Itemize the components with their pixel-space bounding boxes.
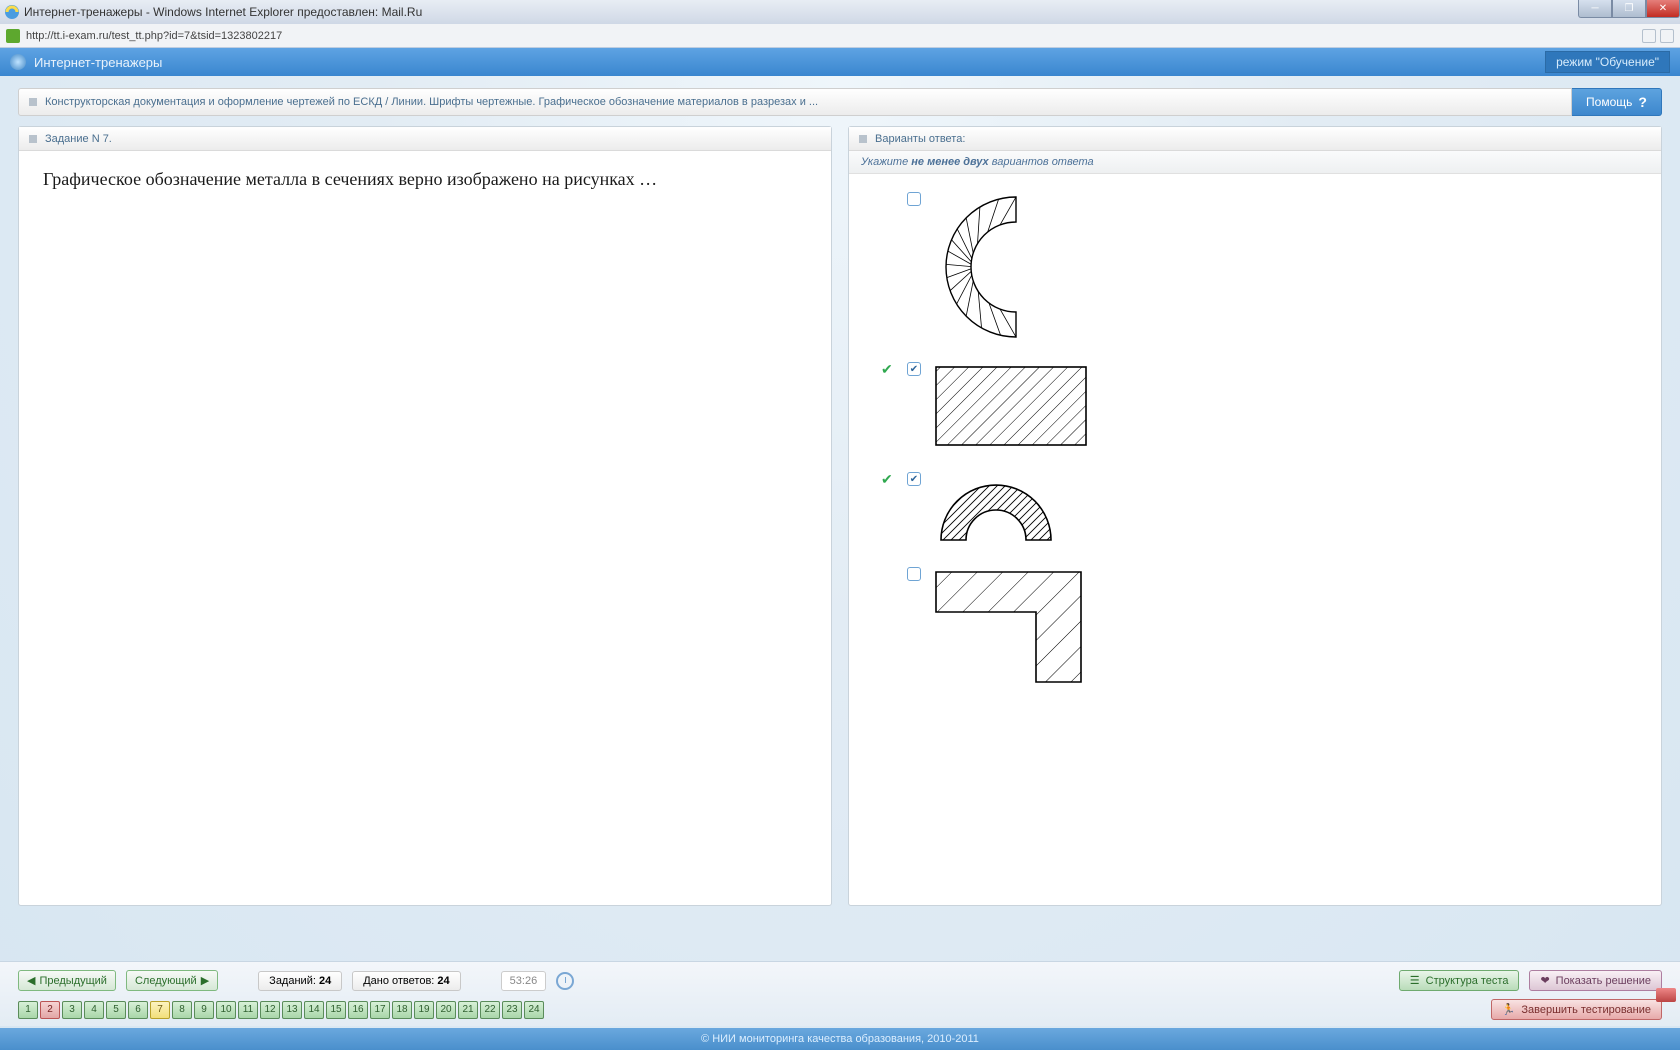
pager-item-8[interactable]: 8	[172, 1001, 192, 1019]
answer-checkbox-1[interactable]	[907, 192, 921, 206]
panel-bullet-icon	[859, 135, 867, 143]
question-header-text: Задание N 7.	[45, 133, 112, 145]
help-label: Помощь	[1586, 95, 1632, 109]
answer-option-2: ✔	[861, 356, 1649, 466]
footer-bar: ◀ Предыдущий Следующий ▶ Заданий: 24 Дан…	[0, 961, 1680, 1026]
pager-item-14[interactable]: 14	[304, 1001, 324, 1019]
pager-item-18[interactable]: 18	[392, 1001, 412, 1019]
runner-icon: 🏃	[1502, 1003, 1516, 1016]
answers-header-text: Варианты ответа:	[875, 133, 965, 145]
question-panel: Задание N 7. Графическое обозначение мет…	[18, 126, 832, 906]
clock-icon	[556, 972, 574, 990]
pager-item-15[interactable]: 15	[326, 1001, 346, 1019]
answer-image-3	[931, 472, 1061, 547]
arrow-left-icon: ◀	[27, 974, 35, 987]
prev-button[interactable]: ◀ Предыдущий	[18, 970, 116, 991]
pager-item-19[interactable]: 19	[414, 1001, 434, 1019]
breadcrumb: Конструкторская документация и оформлени…	[18, 88, 1572, 116]
window-maximize-button[interactable]: ❐	[1612, 0, 1646, 18]
pager-item-5[interactable]: 5	[106, 1001, 126, 1019]
pager-item-24[interactable]: 24	[524, 1001, 544, 1019]
pager-item-2[interactable]: 2	[40, 1001, 60, 1019]
pager: 123456789101112131415161718192021222324 …	[18, 999, 1662, 1020]
pager-item-9[interactable]: 9	[194, 1001, 214, 1019]
help-icon: ?	[1638, 94, 1647, 110]
question-header: Задание N 7.	[19, 127, 831, 151]
answer-image-4	[931, 567, 1091, 687]
addr-icon-1[interactable]	[1642, 29, 1656, 43]
answer-image-1	[931, 192, 1021, 342]
pager-item-20[interactable]: 20	[436, 1001, 456, 1019]
tasks-count: Заданий: 24	[258, 971, 342, 991]
app-title: Интернет-тренажеры	[34, 55, 162, 70]
answer-checkbox-3[interactable]	[907, 472, 921, 486]
pager-item-13[interactable]: 13	[282, 1001, 302, 1019]
pager-item-4[interactable]: 4	[84, 1001, 104, 1019]
pager-item-11[interactable]: 11	[238, 1001, 258, 1019]
breadcrumb-bullet-icon	[29, 98, 37, 106]
help-button[interactable]: Помощь ?	[1572, 88, 1662, 116]
arrow-right-icon: ▶	[201, 974, 209, 987]
globe-icon	[10, 54, 26, 70]
pager-item-17[interactable]: 17	[370, 1001, 390, 1019]
heart-icon: ❤	[1540, 974, 1549, 987]
window-minimize-button[interactable]: ─	[1578, 0, 1612, 18]
mode-badge: режим "Обучение"	[1545, 51, 1670, 73]
pager-item-6[interactable]: 6	[128, 1001, 148, 1019]
pager-item-22[interactable]: 22	[480, 1001, 500, 1019]
answered-count: Дано ответов: 24	[352, 971, 460, 991]
list-icon: ☰	[1410, 974, 1420, 987]
answer-checkbox-2[interactable]	[907, 362, 921, 376]
pager-item-1[interactable]: 1	[18, 1001, 38, 1019]
answer-option-1	[861, 186, 1649, 356]
next-button[interactable]: Следующий ▶	[126, 970, 218, 991]
pager-item-3[interactable]: 3	[62, 1001, 82, 1019]
answers-instruction: Укажите не менее двух вариантов ответа	[849, 151, 1661, 174]
window-close-button[interactable]: ✕	[1646, 0, 1680, 18]
finish-button[interactable]: 🏃 Завершить тестирование	[1491, 999, 1662, 1020]
pager-item-12[interactable]: 12	[260, 1001, 280, 1019]
answer-option-3: ✔	[861, 466, 1649, 561]
breadcrumb-text: Конструкторская документация и оформлени…	[45, 96, 818, 108]
structure-button[interactable]: ☰ Структура теста	[1399, 970, 1520, 991]
correct-tick-icon: ✔	[881, 362, 897, 376]
timer-box: 53:26	[501, 971, 547, 991]
addr-icon-2[interactable]	[1660, 29, 1674, 43]
app-header: Интернет-тренажеры режим "Обучение"	[0, 48, 1680, 76]
pager-item-21[interactable]: 21	[458, 1001, 478, 1019]
ie-icon	[4, 4, 20, 20]
pager-item-16[interactable]: 16	[348, 1001, 368, 1019]
panel-bullet-icon	[29, 135, 37, 143]
answer-option-4	[861, 561, 1649, 701]
window-title: Интернет-тренажеры - Windows Internet Ex…	[24, 5, 422, 19]
pager-item-7[interactable]: 7	[150, 1001, 170, 1019]
answers-header: Варианты ответа:	[849, 127, 1661, 151]
address-bar: http://tt.i-exam.ru/test_tt.php?id=7&tsi…	[0, 24, 1680, 48]
pager-item-23[interactable]: 23	[502, 1001, 522, 1019]
pager-item-10[interactable]: 10	[216, 1001, 236, 1019]
question-text: Графическое обозначение металла в сечени…	[43, 169, 807, 190]
answer-image-2	[931, 362, 1091, 452]
show-solution-button[interactable]: ❤ Показать решение	[1529, 970, 1662, 991]
answer-checkbox-4[interactable]	[907, 567, 921, 581]
copyright-bar: © НИИ мониторинга качества образования, …	[0, 1028, 1680, 1050]
url-text[interactable]: http://tt.i-exam.ru/test_tt.php?id=7&tsi…	[26, 30, 282, 42]
correct-tick-icon: ✔	[881, 472, 897, 486]
favicon	[6, 29, 20, 43]
answers-panel: Варианты ответа: Укажите не менее двух в…	[848, 126, 1662, 906]
window-titlebar: Интернет-тренажеры - Windows Internet Ex…	[0, 0, 1680, 24]
language-indicator[interactable]	[1656, 988, 1676, 1002]
